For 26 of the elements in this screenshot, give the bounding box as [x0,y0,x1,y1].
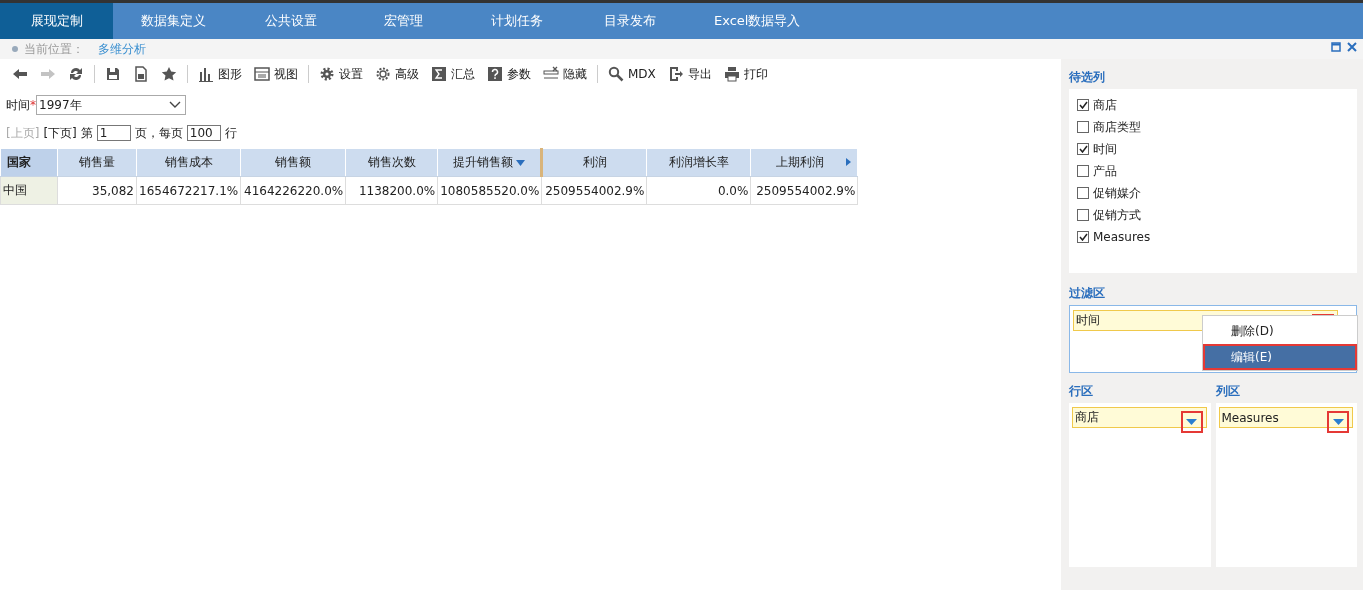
breadcrumb-label: 当前位置： [24,40,84,58]
checkbox-label: Measures [1093,230,1151,244]
checkbox-label: 商店类型 [1093,118,1141,136]
table-cell: 中国 [0,176,58,205]
pager-text: 第 [80,124,93,142]
table-cell: 35,082 [57,176,137,205]
checkbox-label: 商店 [1093,96,1117,114]
section-title: 过滤区 [1069,284,1106,302]
checkbox-label: 促销媒介 [1093,184,1141,202]
table-cell: 1654672217.1% [136,176,241,205]
section-title: 列区 [1215,382,1241,400]
table-cell: 2509554002.9% [541,176,647,205]
table-cell: 1138200.0% [345,176,438,205]
section-title: 待选列 [1069,68,1106,86]
checkbox-label: 时间 [1093,140,1117,158]
checkbox-label: 产品 [1093,162,1117,180]
table-cell: 1080585520.0% [437,176,542,205]
table-cell: 4164226220.0% [240,176,346,205]
table-cell: 2509554002.9% [750,176,858,205]
pager-text: 行 [224,124,237,142]
pager-text: 页，每页 [134,124,183,142]
field-label: 时间 [6,96,30,114]
section-title: 行区 [1069,382,1094,400]
checkbox-label: 促销方式 [1093,206,1141,224]
required-mark: * [30,98,36,112]
table-cell: 0.0% [646,176,751,205]
